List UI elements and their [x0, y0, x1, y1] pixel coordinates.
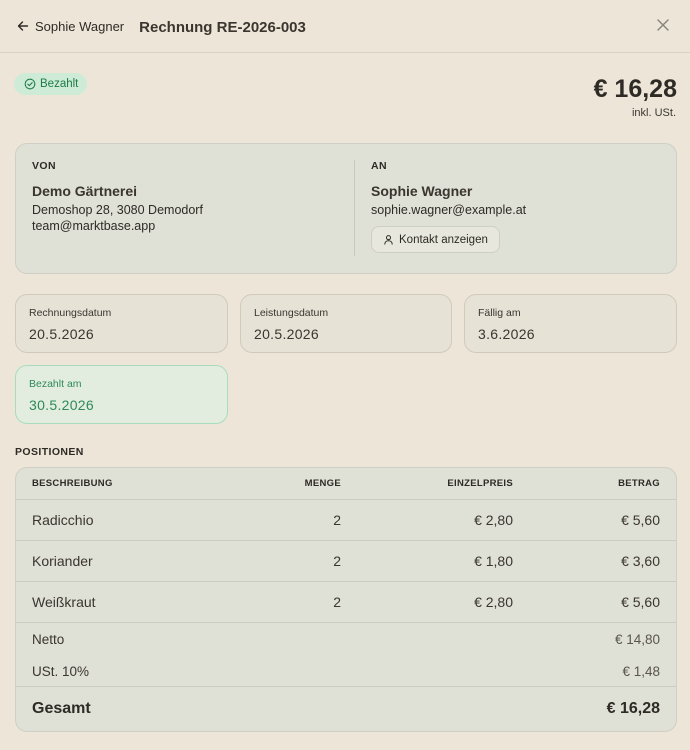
row-amount: € 5,60 [621, 594, 660, 610]
net-label: Netto [32, 631, 65, 647]
row-description: Radicchio [32, 512, 94, 528]
paid-date-label: Bezahlt am [29, 378, 82, 390]
service-date-value: 20.5.2026 [254, 326, 319, 342]
row-unit-price: € 1,80 [474, 553, 513, 569]
back-link-label: Sophie Wagner [35, 18, 125, 34]
service-date-label: Leistungsdatum [254, 307, 329, 319]
column-header-description: BESCHREIBUNG [32, 478, 113, 489]
tax-value: € 1,48 [622, 663, 660, 679]
to-email: sophie.wagner@example.at [371, 203, 527, 217]
from-label: VON [32, 160, 56, 172]
invoice-date-value: 20.5.2026 [29, 326, 94, 342]
table-header-row: BESCHREIBUNG MENGE EINZELPREIS BETRAG [16, 468, 676, 500]
tax-label: USt. 10% [32, 663, 90, 679]
paid-date-box: Bezahlt am 30.5.2026 [15, 365, 228, 424]
row-quantity: 2 [333, 512, 341, 528]
due-date-box: Fällig am 3.6.2026 [464, 294, 677, 353]
grand-total-value: € 16,28 [606, 700, 660, 717]
row-quantity: 2 [333, 553, 341, 569]
from-section: VON Demo Gärtnerei Demoshop 28, 3080 Dem… [32, 160, 203, 233]
paid-date-value: 30.5.2026 [29, 397, 94, 413]
row-description: Weißkraut [32, 594, 96, 610]
page-title: Rechnung RE-2026-003 [139, 18, 306, 36]
parties-card: VON Demo Gärtnerei Demoshop 28, 3080 Dem… [15, 143, 677, 274]
row-quantity: 2 [333, 594, 341, 610]
invoice-total: € 16,28 [593, 75, 677, 103]
modal-header: Sophie Wagner Rechnung RE-2026-003 [0, 0, 690, 53]
table-row: Radicchio 2 € 2,80 € 5,60 [16, 500, 676, 541]
show-contact-label: Kontakt anzeigen [399, 233, 488, 246]
row-unit-price: € 2,80 [474, 594, 513, 610]
row-amount: € 3,60 [621, 553, 660, 569]
invoice-date-label: Rechnungsdatum [29, 307, 112, 319]
to-label: AN [371, 160, 387, 172]
positions-label: POSITIONEN [15, 446, 84, 458]
from-address: Demoshop 28, 3080 Demodorf [32, 203, 203, 217]
invoice-total-note: inkl. USt. [631, 107, 676, 119]
subtotals-block: Netto € 14,80 USt. 10% € 1,48 [16, 623, 676, 687]
row-description: Koriander [32, 553, 93, 569]
status-row: Bezahlt € 16,28 inkl. USt. [0, 53, 690, 143]
status-badge-label: Bezahlt [40, 78, 79, 90]
show-contact-button[interactable]: Kontakt anzeigen [371, 226, 500, 253]
to-section: AN Sophie Wagner sophie.wagner@example.a… [371, 160, 526, 253]
check-circle-icon [24, 78, 36, 90]
arrow-left-icon [17, 21, 29, 31]
net-value: € 14,80 [614, 631, 660, 647]
column-header-unit-price: EINZELPREIS [447, 478, 513, 489]
table-row: Weißkraut 2 € 2,80 € 5,60 [16, 582, 676, 623]
grand-total-label: Gesamt [32, 700, 91, 717]
due-date-value: 3.6.2026 [478, 326, 535, 342]
positions-table: BESCHREIBUNG MENGE EINZELPREIS BETRAG Ra… [15, 467, 677, 732]
table-row: Koriander 2 € 1,80 € 3,60 [16, 541, 676, 582]
row-unit-price: € 2,80 [474, 512, 513, 528]
back-link[interactable]: Sophie Wagner [17, 19, 124, 34]
user-icon [384, 235, 393, 245]
column-header-amount: BETRAG [618, 478, 660, 489]
from-name: Demo Gärtnerei [32, 183, 138, 199]
due-date-label: Fällig am [478, 307, 521, 319]
column-header-quantity: MENGE [304, 478, 341, 489]
status-badge: Bezahlt [14, 73, 88, 95]
grand-total-row: Gesamt € 16,28 [16, 687, 676, 731]
service-date-box: Leistungsdatum 20.5.2026 [240, 294, 452, 353]
from-email: team@marktbase.app [32, 219, 156, 233]
invoice-date-box: Rechnungsdatum 20.5.2026 [15, 294, 228, 353]
row-amount: € 5,60 [621, 512, 660, 528]
close-icon[interactable] [656, 18, 670, 32]
to-name: Sophie Wagner [371, 183, 473, 199]
parties-divider [354, 160, 355, 256]
